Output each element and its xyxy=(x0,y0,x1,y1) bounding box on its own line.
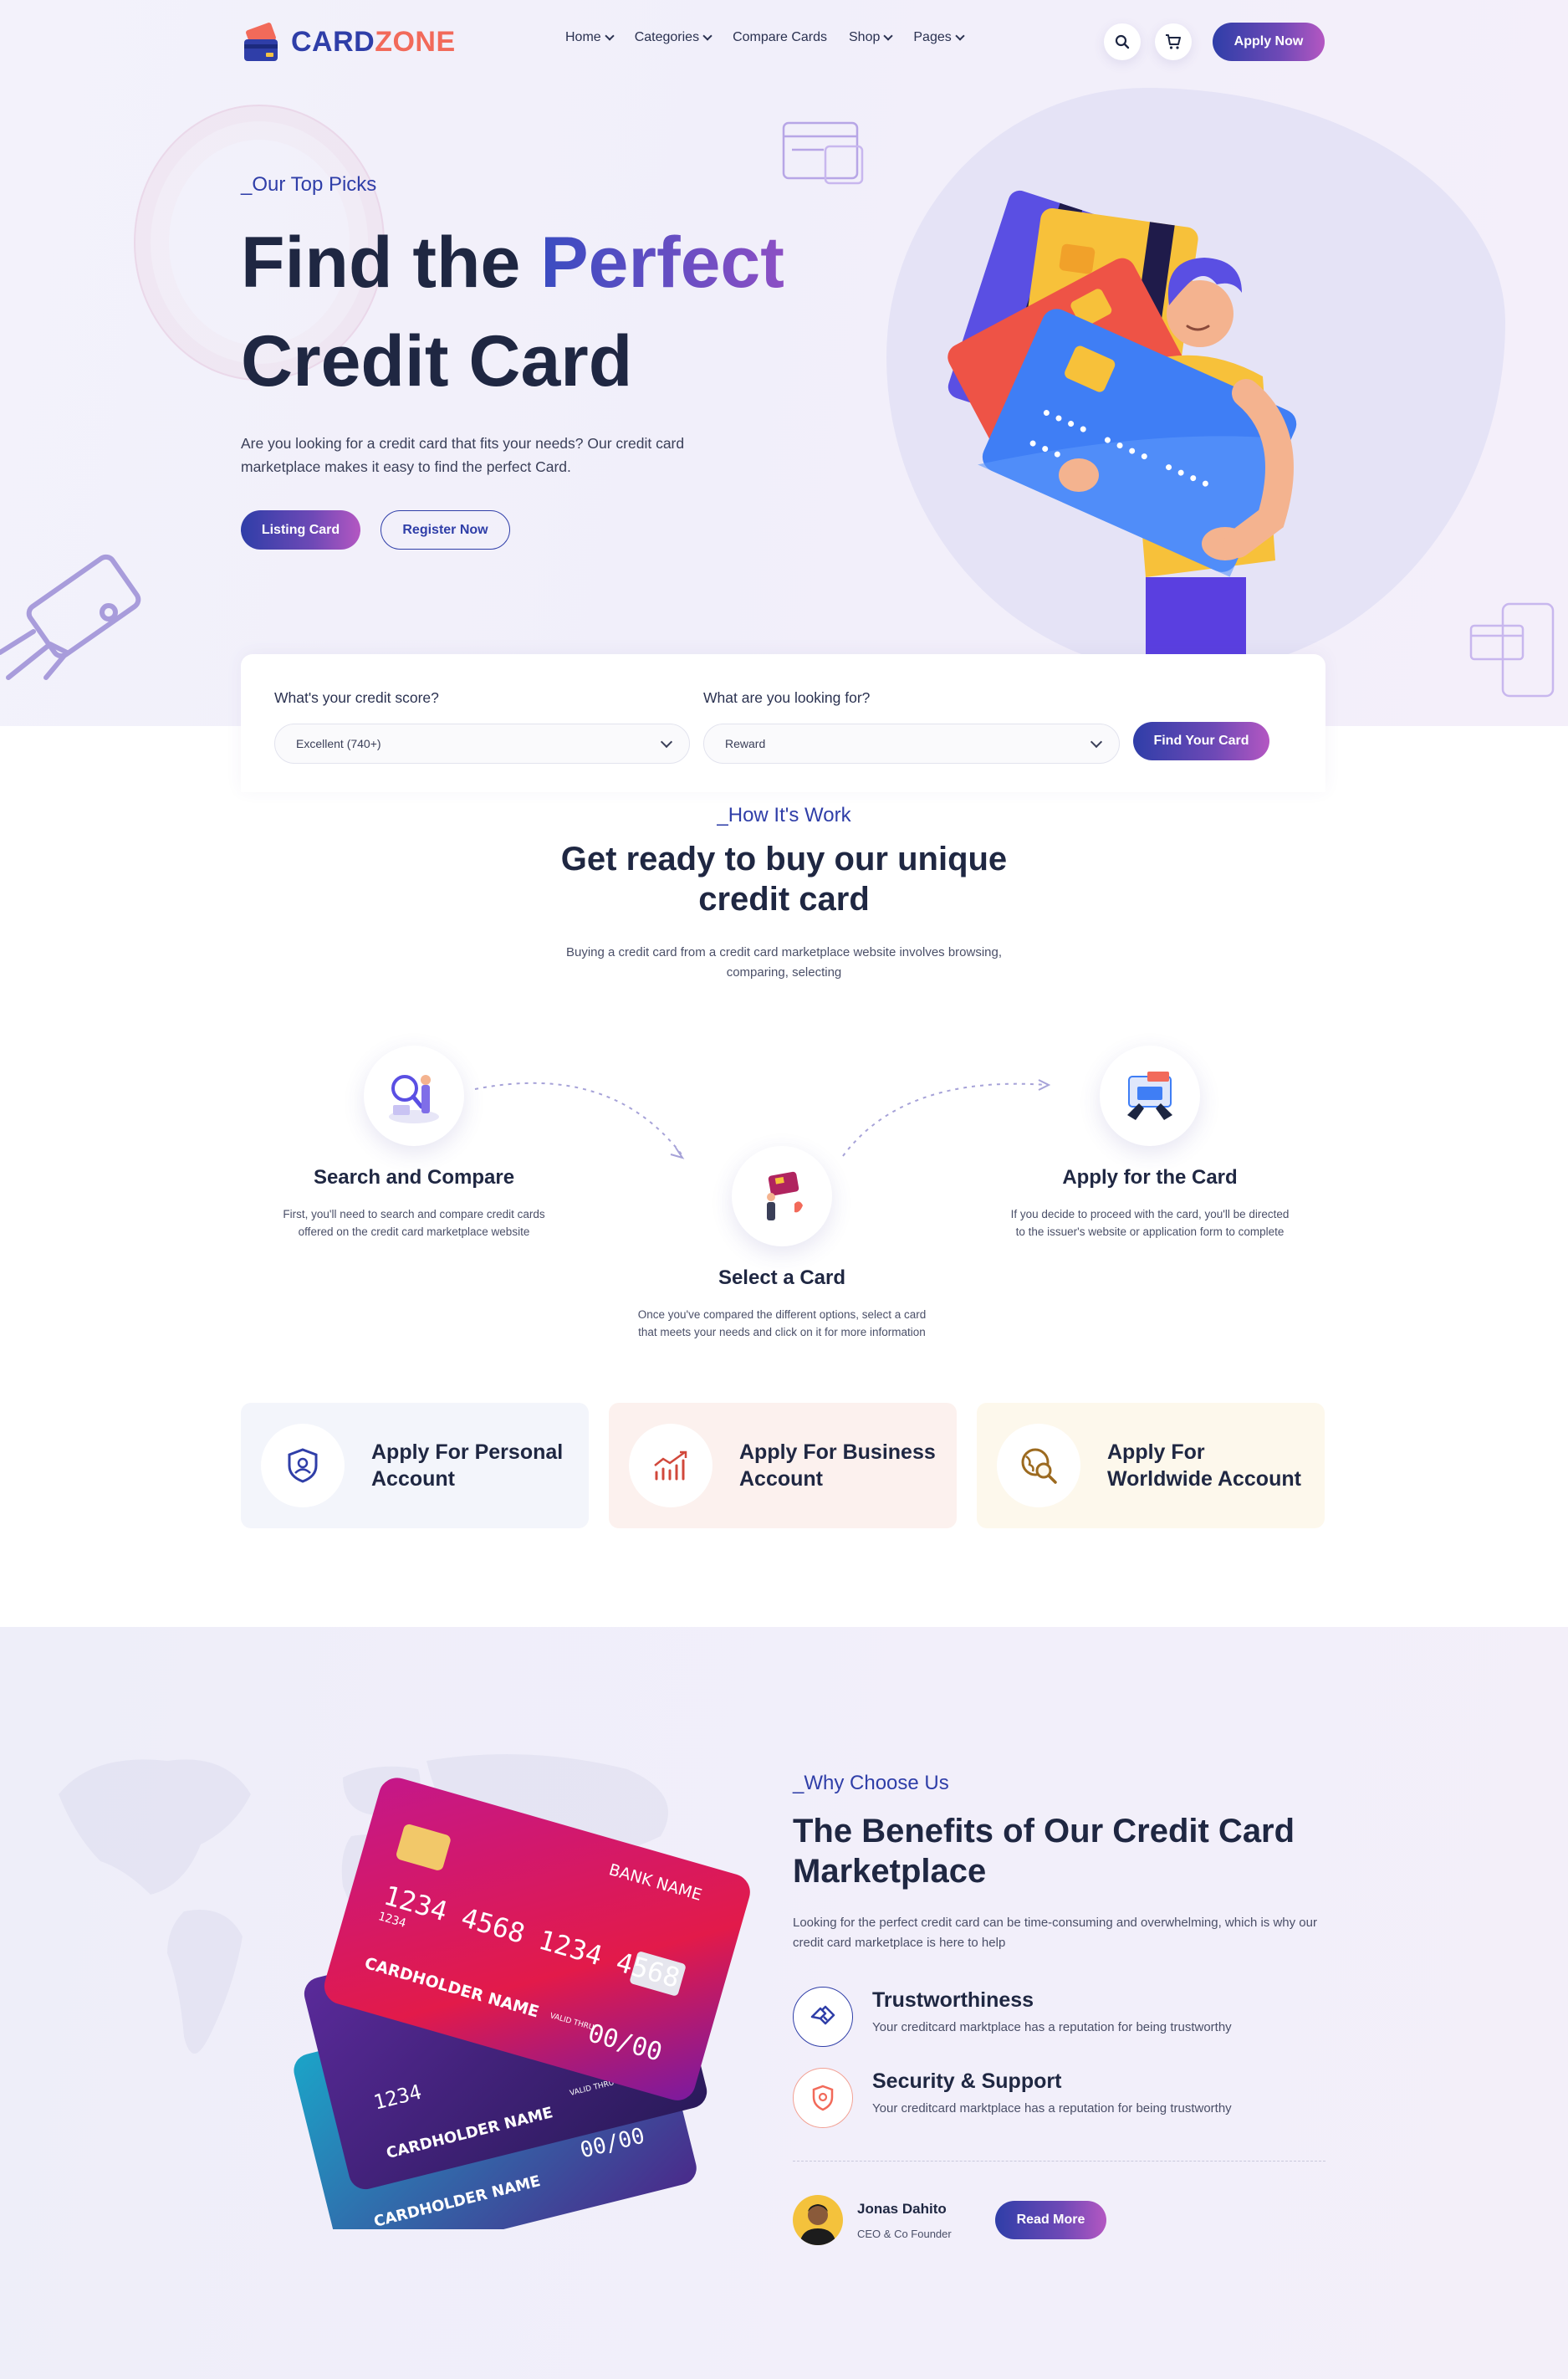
author-role: CEO & Co Founder xyxy=(857,2228,952,2240)
cart-icon xyxy=(1166,34,1181,49)
step-desc-line2: to the issuer's website or application f… xyxy=(1015,1225,1285,1238)
worldwide-account-card[interactable]: Apply For Worldwide Account xyxy=(977,1403,1325,1528)
feature-security-support: Security & Support Your creditcard markt… xyxy=(793,2068,1328,2130)
logo[interactable]: CARDZONE xyxy=(241,20,456,64)
nav-item-shop[interactable]: Shop xyxy=(849,30,894,45)
nav-item-home[interactable]: Home xyxy=(565,30,615,45)
hero-title-part1: Find the xyxy=(241,223,541,303)
hero-tagline: _Our Top Picks xyxy=(241,173,377,196)
why-choose-us-section: 1234 CARDHOLDER NAME 00/00 1234 CARDHOLD… xyxy=(0,1627,1568,2379)
nav-item-label: Home xyxy=(565,30,601,44)
logo-text-part1: CARD xyxy=(291,25,375,58)
nav-item-categories[interactable]: Categories xyxy=(634,30,712,45)
decorative-hand-card-icon xyxy=(0,554,141,680)
logo-text: CARDZONE xyxy=(291,26,456,59)
chevron-down-icon xyxy=(702,30,712,41)
step-title-apply-card: Apply for the Card xyxy=(1062,1166,1238,1189)
apply-now-button[interactable]: Apply Now xyxy=(1213,23,1325,61)
navbar: CARDZONE Home Categories Compare Cards S… xyxy=(0,0,1568,84)
step-desc-line2: offered on the credit card marketplace w… xyxy=(298,1225,530,1238)
nav-item-label: Pages xyxy=(913,30,952,44)
hero-description: Are you looking for a credit card that f… xyxy=(241,435,685,475)
step-desc-apply-card: If you decide to proceed with the card, … xyxy=(974,1205,1325,1241)
nav-item-label: Shop xyxy=(849,30,881,44)
how-desc-line1: Buying a credit card from a credit card … xyxy=(565,945,1003,959)
feature-trustworthiness: Trustworthiness Your creditcard marktpla… xyxy=(793,1987,1328,2049)
chevron-down-icon xyxy=(955,30,965,41)
shield-user-icon xyxy=(261,1424,345,1507)
hero-title-part2: Credit Card xyxy=(241,321,633,402)
worldwide-account-label: Apply For Worldwide Account xyxy=(1107,1440,1301,1491)
author-name: Jonas Dahito xyxy=(857,2201,947,2217)
credit-score-label: What's your credit score? xyxy=(274,689,439,706)
card-finder-panel: What's your credit score? Excellent (740… xyxy=(241,654,1325,792)
credit-cards-stack-illustration: 1234 CARDHOLDER NAME 00/00 1234 CARDHOLD… xyxy=(294,1778,750,2229)
step-desc-line2: that meets your needs and click on it fo… xyxy=(638,1326,926,1338)
cardzone-logo-icon xyxy=(244,23,278,61)
how-desc-line2: comparing, selecting xyxy=(726,965,842,980)
how-it-works-description: Buying a credit card from a credit card … xyxy=(0,943,1568,983)
hero-title: Find the Perfect Credit Card xyxy=(241,213,826,411)
step-desc-line1: Once you've compared the different optio… xyxy=(637,1308,927,1321)
business-account-card[interactable]: Apply For Business Account xyxy=(609,1403,957,1528)
feature-description: Your creditcard marktplace has a reputat… xyxy=(872,2020,1232,2034)
shield-icon xyxy=(793,2068,853,2128)
why-choose-us-description: Looking for the perfect credit card can … xyxy=(793,1916,1317,1950)
nav-item-pages[interactable]: Pages xyxy=(913,30,965,45)
step-desc-line1: If you decide to proceed with the card, … xyxy=(1010,1208,1290,1220)
person-holding-cards-illustration xyxy=(947,190,1297,654)
search-button[interactable] xyxy=(1104,23,1141,60)
handshake-icon xyxy=(793,1987,853,2047)
listing-card-button[interactable]: Listing Card xyxy=(241,510,360,550)
decorative-card-outline-icon xyxy=(782,121,864,185)
step-title-select-card: Select a Card xyxy=(718,1266,846,1289)
nav-item-compare-cards[interactable]: Compare Cards xyxy=(733,30,827,45)
search-compare-icon xyxy=(364,1046,464,1146)
personal-account-card[interactable]: Apply For Personal Account xyxy=(241,1403,589,1528)
looking-for-value: Reward xyxy=(725,737,766,750)
looking-for-select[interactable]: Reward xyxy=(703,724,1120,764)
how-title-line2: credit card xyxy=(698,881,870,918)
globe-search-icon xyxy=(997,1424,1080,1507)
how-it-works-tagline: _How It's Work xyxy=(717,804,851,826)
find-your-card-button[interactable]: Find Your Card xyxy=(1133,722,1269,760)
search-icon xyxy=(1115,34,1130,49)
chevron-down-icon xyxy=(605,30,615,41)
nav-item-label: Compare Cards xyxy=(733,30,827,44)
chevron-down-icon xyxy=(883,30,894,41)
chart-icon xyxy=(629,1424,712,1507)
chevron-down-icon xyxy=(1090,735,1103,749)
why-choose-us-tagline: _Why Choose Us xyxy=(793,1772,949,1794)
step-desc-line1: First, you'll need to search and compare… xyxy=(283,1208,545,1220)
main-nav: Home Categories Compare Cards Shop Pages xyxy=(565,30,965,45)
how-title-line1: Get ready to buy our unique xyxy=(560,841,1008,877)
feature-description: Your creditcard marktplace has a reputat… xyxy=(872,2101,1232,2116)
personal-account-label: Apply For Personal Account xyxy=(371,1440,564,1491)
logo-text-part2: ZONE xyxy=(375,25,456,58)
step-desc-select-card: Once you've compared the different optio… xyxy=(606,1306,958,1341)
how-it-works-title: Get ready to buy our unique credit card xyxy=(0,839,1568,919)
apply-card-icon xyxy=(1100,1046,1200,1146)
avatar xyxy=(793,2195,843,2245)
section-divider xyxy=(793,2161,1325,2162)
credit-score-select[interactable]: Excellent (740+) xyxy=(274,724,690,764)
chevron-down-icon xyxy=(660,735,673,749)
why-choose-us-title: The Benefits of Our Credit Card Marketpl… xyxy=(793,1813,1295,1890)
feature-title: Trustworthiness xyxy=(872,1988,1034,2012)
step-title-search-compare: Search and Compare xyxy=(313,1166,515,1189)
register-now-button[interactable]: Register Now xyxy=(381,510,510,550)
nav-item-label: Categories xyxy=(634,30,700,44)
credit-score-value: Excellent (740+) xyxy=(296,737,381,750)
hero-section: CARDZONE Home Categories Compare Cards S… xyxy=(0,0,1568,726)
decorative-phone-card-icon xyxy=(1469,602,1555,698)
read-more-button[interactable]: Read More xyxy=(995,2201,1106,2239)
looking-for-label: What are you looking for? xyxy=(703,689,871,706)
business-account-label: Apply For Business Account xyxy=(739,1440,936,1491)
feature-title: Security & Support xyxy=(872,2069,1062,2093)
hero-title-highlight: Perfect xyxy=(540,223,784,303)
cart-button[interactable] xyxy=(1155,23,1192,60)
step-desc-search-compare: First, you'll need to search and compare… xyxy=(238,1205,590,1241)
select-card-icon xyxy=(732,1146,832,1246)
